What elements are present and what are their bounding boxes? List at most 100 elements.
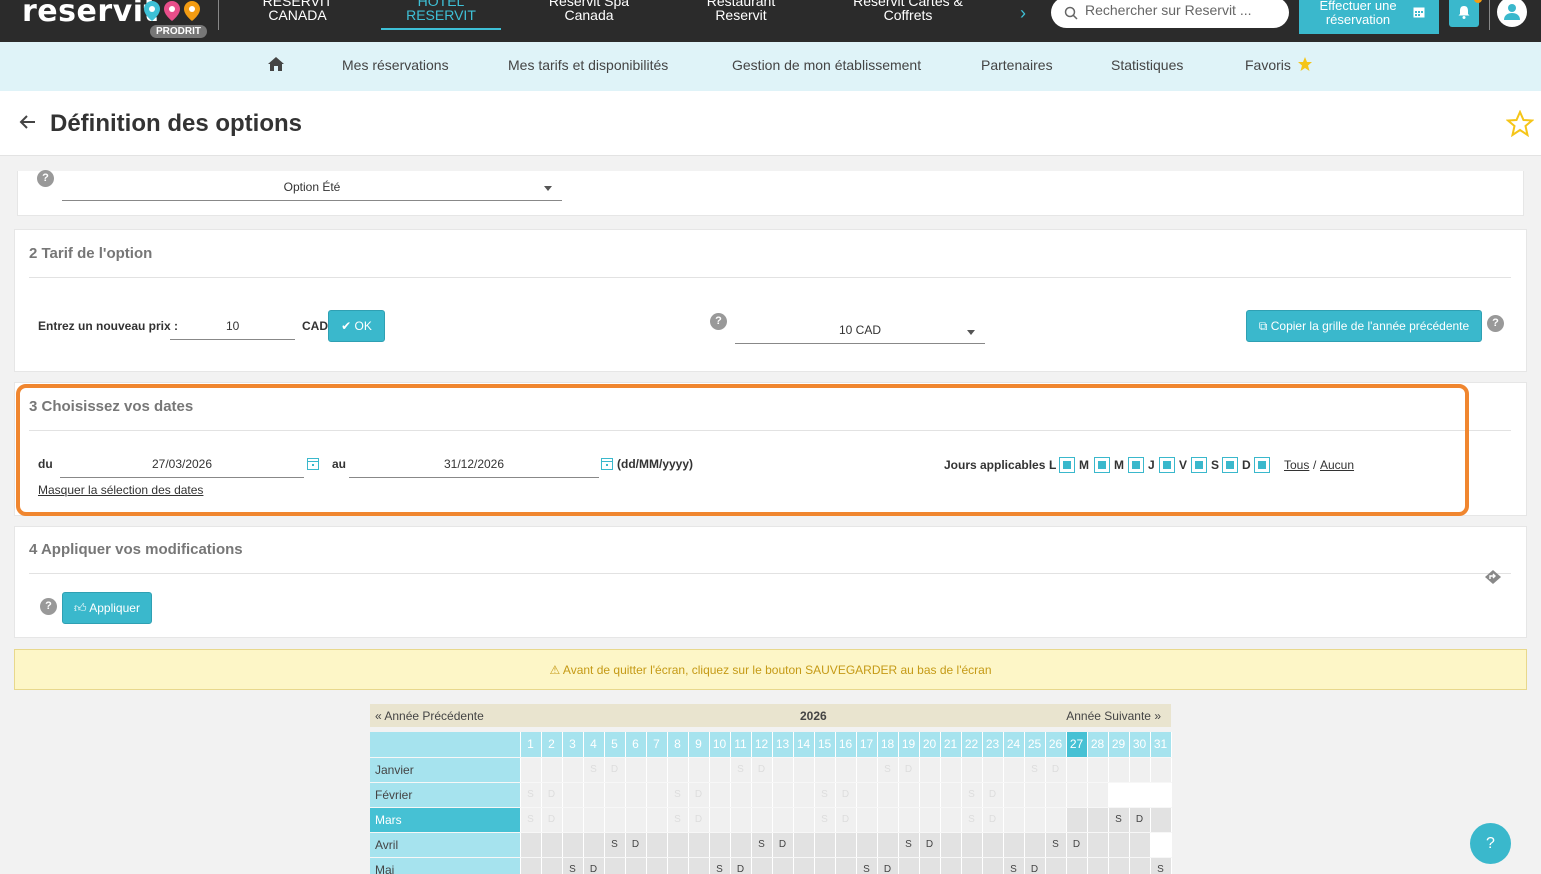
calendar-day-cell[interactable]: D [604,757,626,783]
directions-icon[interactable] [1484,569,1502,585]
calendar-day-cell[interactable] [1003,782,1025,808]
calendar-day-cell[interactable] [1087,782,1109,808]
calendar-day-cell[interactable] [604,807,626,833]
calendar-day-cell[interactable] [856,757,878,783]
calendar-day-cell[interactable] [1045,782,1067,808]
calendar-day-cell[interactable]: S [898,832,920,858]
calendar-day-cell[interactable] [730,782,752,808]
calendar-day-cell[interactable] [541,832,563,858]
calendar-day-cell[interactable] [919,807,941,833]
user-menu-button[interactable] [1497,0,1527,27]
calendar-day-cell[interactable] [1087,757,1109,783]
calendar-day-cell[interactable] [625,757,647,783]
calendar-day-cell[interactable]: S [667,782,689,808]
calendar-day-cell[interactable] [1150,757,1172,783]
calendar-day-cell[interactable] [898,807,920,833]
search-input[interactable] [1085,2,1280,18]
calendar-day-cell[interactable] [541,857,563,874]
calendar-day-cell[interactable]: S [814,807,836,833]
calendar-day-cell[interactable] [625,782,647,808]
calendar-day-cell[interactable]: D [1129,807,1151,833]
calendar-day-cell[interactable] [814,857,836,874]
calendar-day-cell[interactable] [835,832,857,858]
calendar-day-cell[interactable] [877,832,899,858]
calendar-day-cell[interactable] [940,757,962,783]
calendar-day-cell[interactable] [667,757,689,783]
calendar-day-cell[interactable] [688,832,710,858]
calendar-day-cell[interactable]: S [1150,857,1172,874]
calendar-day-cell[interactable] [562,757,584,783]
calendar-day-cell[interactable] [835,757,857,783]
calendar-day-cell[interactable] [520,857,542,874]
calendar-day-cell[interactable] [1150,832,1172,858]
calendar-day-cell[interactable] [520,832,542,858]
calendar-day-cell[interactable] [793,832,815,858]
tab-restaurant[interactable]: Restaurant Reservit [690,0,792,30]
help-icon[interactable]: ? [710,313,727,330]
calendar-day-cell[interactable] [877,782,899,808]
calendar-day-cell[interactable] [772,857,794,874]
calendar-day-cell[interactable]: S [583,757,605,783]
calendar-day-cell[interactable] [583,832,605,858]
calendar-day-cell[interactable] [1045,857,1067,874]
calendar-day-cell[interactable]: S [520,807,542,833]
calendar-day-cell[interactable]: S [961,807,983,833]
calendar-day-cell[interactable] [709,757,731,783]
calendar-day-cell[interactable] [646,782,668,808]
calendar-day-cell[interactable] [1108,782,1130,808]
chevron-right-icon[interactable]: › [1020,3,1026,24]
calendar-day-cell[interactable]: D [835,782,857,808]
calendar-day-cell[interactable] [772,757,794,783]
calendar-day-cell[interactable] [1024,782,1046,808]
calendar-day-cell[interactable] [877,807,899,833]
tab-hotel-reservit[interactable]: HOTEL RESERVIT [381,0,501,30]
nav-partenaires[interactable]: Partenaires [981,57,1053,73]
tab-reservit-spa[interactable]: Reservit Spa Canada [530,0,648,30]
calendar-day-cell[interactable] [709,807,731,833]
calendar-day-cell[interactable] [1129,782,1151,808]
calendar-day-cell[interactable] [1066,757,1088,783]
calendar-day-cell[interactable] [835,857,857,874]
calendar-day-cell[interactable] [1024,807,1046,833]
calendar-day-cell[interactable] [982,832,1004,858]
calendar-day-cell[interactable] [1003,807,1025,833]
calendar-day-cell[interactable] [688,757,710,783]
calendar-day-cell[interactable] [772,782,794,808]
calendar-day-cell[interactable] [856,782,878,808]
calendar-day-cell[interactable] [814,832,836,858]
calendar-day-cell[interactable]: D [898,757,920,783]
calendar-day-cell[interactable] [961,757,983,783]
calendar-day-cell[interactable]: D [1024,857,1046,874]
tab-reservit-canada[interactable]: RESERVIT CANADA [250,0,345,30]
calendar-day-cell[interactable] [940,782,962,808]
calendar-day-cell[interactable]: S [1024,757,1046,783]
calendar-day-cell[interactable] [1108,832,1130,858]
calendar-day-cell[interactable] [562,807,584,833]
calendar-day-cell[interactable]: S [1108,807,1130,833]
calendar-day-cell[interactable]: S [751,832,773,858]
calendar-day-cell[interactable]: D [1045,757,1067,783]
calendar-day-cell[interactable]: D [772,832,794,858]
back-arrow-icon[interactable] [19,114,37,130]
calendar-day-cell[interactable]: S [1045,832,1067,858]
calendar-day-cell[interactable] [1129,757,1151,783]
calendar-day-cell[interactable]: D [919,832,941,858]
calendar-day-cell[interactable] [1045,807,1067,833]
calendar-day-cell[interactable] [793,757,815,783]
calendar-day-cell[interactable] [709,832,731,858]
calendar-day-cell[interactable] [1087,807,1109,833]
calendar-day-cell[interactable]: D [982,807,1004,833]
calendar-day-cell[interactable] [709,782,731,808]
favorite-star-icon[interactable] [1506,110,1534,137]
calendar-day-cell[interactable]: D [583,857,605,874]
calendar-day-cell[interactable]: S [1003,857,1025,874]
calendar-day-cell[interactable]: D [541,807,563,833]
calendar-day-cell[interactable] [940,857,962,874]
ok-button[interactable]: ✔ OK [328,310,385,342]
calendar-day-cell[interactable]: D [1066,832,1088,858]
calendar-day-cell[interactable] [1066,857,1088,874]
calendar-day-cell[interactable] [562,832,584,858]
calendar-day-cell[interactable] [583,782,605,808]
calendar-day-cell[interactable]: D [730,857,752,874]
nav-mes-reservations[interactable]: Mes réservations [342,57,449,73]
